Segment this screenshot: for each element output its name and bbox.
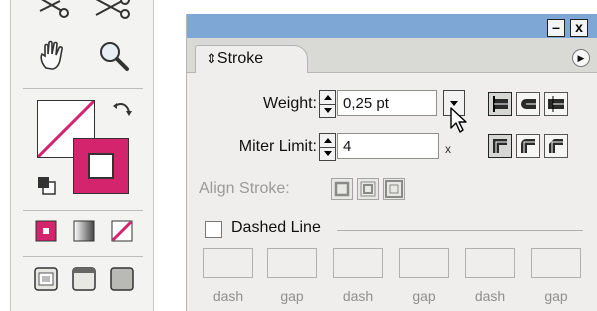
- zoom-icon: [96, 38, 132, 79]
- gap-2-label: gap: [412, 288, 436, 304]
- tab-stroke-label: Stroke: [216, 50, 264, 67]
- palette-title-bar[interactable]: – x: [187, 14, 597, 38]
- full-screen-menubar-mode-button[interactable]: [71, 266, 97, 296]
- palette-menu-button[interactable]: ▶: [572, 49, 590, 67]
- none-mode-button[interactable]: [109, 220, 135, 246]
- butt-cap-button[interactable]: [488, 92, 512, 116]
- tab-stroke[interactable]: ⇕Stroke: [195, 45, 309, 73]
- gap-3-label: gap: [544, 288, 568, 304]
- scissors-icon: [34, 0, 70, 28]
- projecting-cap-icon: [545, 96, 567, 119]
- round-cap-icon: [517, 99, 539, 119]
- dash-2-input[interactable]: [333, 248, 383, 278]
- gap-1-label: gap: [280, 288, 304, 304]
- miter-join-button[interactable]: [488, 134, 512, 158]
- weight-stepper[interactable]: [319, 90, 336, 118]
- knife-icon: [92, 0, 132, 28]
- swap-fill-stroke-icon[interactable]: [111, 100, 133, 127]
- bevel-join-icon: [545, 139, 567, 161]
- knife-tool-button[interactable]: [91, 0, 133, 30]
- dash-2-label: dash: [342, 288, 374, 304]
- miter-limit-suffix: x: [445, 142, 451, 156]
- toolbox-divider: [23, 256, 143, 257]
- full-screen-menubar-icon: [72, 266, 96, 296]
- round-cap-button[interactable]: [516, 92, 540, 116]
- miter-limit-decrement[interactable]: [320, 147, 335, 160]
- bevel-join-button[interactable]: [544, 134, 568, 158]
- color-icon: [35, 220, 57, 247]
- gap-1-input[interactable]: [267, 248, 317, 278]
- align-stroke-center-button[interactable]: [331, 178, 353, 200]
- mouse-cursor-icon: [449, 106, 469, 139]
- align-inside-icon: [358, 181, 378, 203]
- full-screen-mode-button[interactable]: [109, 266, 135, 296]
- tab-arrows-icon: ⇕: [206, 51, 217, 66]
- miter-limit-stepper[interactable]: [319, 133, 336, 161]
- palette-tab-strip: ⇕Stroke ▶: [187, 38, 597, 73]
- menu-arrow-icon: ▶: [577, 53, 585, 63]
- weight-label: Weight:: [263, 95, 317, 112]
- dash-3-label: dash: [474, 288, 506, 304]
- align-stroke-inside-button[interactable]: [357, 178, 379, 200]
- color-mode-button[interactable]: [33, 220, 59, 246]
- zoom-tool-button[interactable]: [93, 38, 135, 78]
- minimize-button[interactable]: –: [547, 19, 565, 37]
- standard-screen-mode-button[interactable]: [33, 266, 59, 296]
- dash-1-label: dash: [212, 288, 244, 304]
- close-button[interactable]: x: [570, 19, 588, 37]
- miter-limit-increment[interactable]: [320, 134, 335, 148]
- toolbox-divider: [23, 210, 143, 211]
- scissors-tool-button[interactable]: [31, 0, 73, 30]
- round-join-button[interactable]: [516, 134, 540, 158]
- hand-icon: [36, 38, 72, 79]
- full-screen-icon: [110, 266, 134, 296]
- dash-3-input[interactable]: [465, 248, 515, 278]
- miter-limit-label: Miter Limit:: [238, 138, 317, 155]
- align-stroke-label: Align Stroke:: [199, 180, 290, 197]
- gap-2-input[interactable]: [399, 248, 449, 278]
- stroke-swatch[interactable]: [73, 138, 129, 194]
- weight-increment[interactable]: [320, 91, 335, 105]
- toolbox-divider: [23, 88, 143, 89]
- dashed-line-label: Dashed Line: [231, 219, 321, 236]
- none-icon: [111, 220, 133, 247]
- gradient-icon: [73, 220, 95, 247]
- dashed-line-divider: [337, 230, 583, 231]
- weight-input[interactable]: 0,25 pt: [337, 90, 437, 116]
- standard-screen-icon: [34, 266, 58, 296]
- fill-stroke-widget: [37, 100, 137, 200]
- stroke-palette: – x ⇕Stroke ▶ Weight: 0,25 pt Miter Limi…: [186, 14, 597, 311]
- toolbox: [10, 0, 154, 311]
- gradient-mode-button[interactable]: [71, 220, 97, 246]
- gap-3-input[interactable]: [531, 248, 581, 278]
- align-center-icon: [332, 181, 352, 203]
- hand-tool-button[interactable]: [33, 38, 75, 78]
- align-outside-icon: [384, 180, 404, 203]
- weight-decrement[interactable]: [320, 104, 335, 117]
- default-fill-stroke-icon[interactable]: [37, 176, 57, 201]
- chevron-down-icon: [450, 100, 458, 106]
- miter-join-icon: [489, 139, 511, 161]
- projecting-cap-button[interactable]: [544, 92, 568, 116]
- butt-cap-icon: [489, 96, 511, 119]
- align-stroke-outside-button[interactable]: [383, 178, 405, 200]
- dashed-line-checkbox[interactable]: [205, 221, 222, 238]
- miter-limit-input[interactable]: 4: [337, 133, 439, 159]
- dash-1-input[interactable]: [203, 248, 253, 278]
- round-join-icon: [517, 139, 539, 161]
